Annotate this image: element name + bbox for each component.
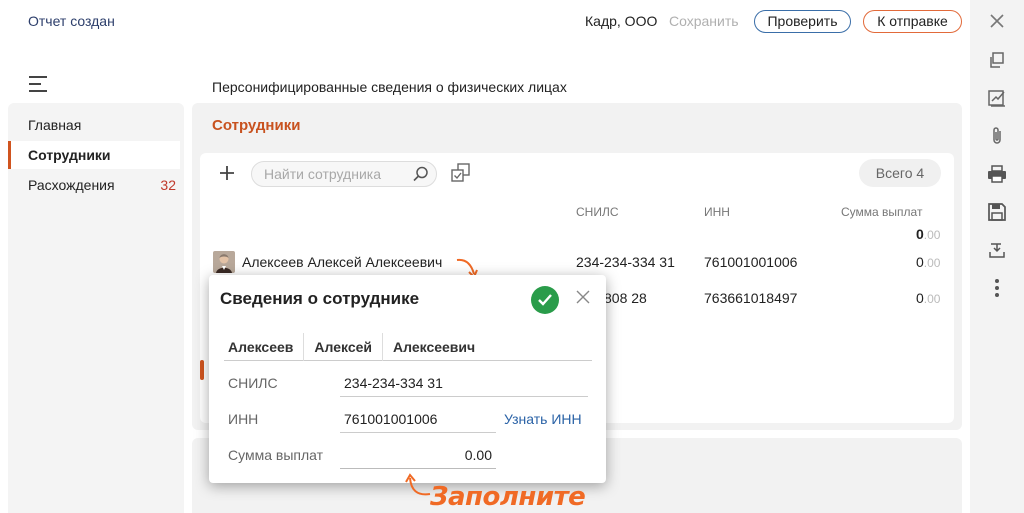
fill-in-hint: Заполните bbox=[430, 482, 586, 512]
column-header-inn[interactable]: ИНН bbox=[704, 205, 730, 219]
middle-name-field[interactable]: Алексеевич bbox=[383, 333, 485, 361]
sum-total-cents: .00 bbox=[923, 228, 941, 242]
more-icon[interactable] bbox=[984, 275, 1010, 301]
last-name-field[interactable]: Алексеев bbox=[224, 333, 305, 361]
employee-sum-value: 0 bbox=[916, 254, 924, 270]
import-icon[interactable] bbox=[984, 237, 1010, 263]
section-title: Сотрудники bbox=[212, 117, 301, 134]
select-rows-icon[interactable] bbox=[450, 162, 472, 187]
employee-sum: 0.00 bbox=[916, 290, 940, 306]
first-name-field[interactable]: Алексей bbox=[304, 333, 384, 361]
sidebar-item-employees[interactable]: Сотрудники bbox=[8, 141, 180, 169]
snils-label: СНИЛС bbox=[228, 375, 278, 391]
sidebar-item-label: Главная bbox=[28, 117, 82, 133]
save-icon[interactable] bbox=[984, 199, 1010, 225]
close-icon[interactable] bbox=[576, 290, 590, 307]
sum-total-value: 0 bbox=[916, 226, 924, 242]
send-button[interactable]: К отправке bbox=[863, 10, 962, 33]
employee-sum: 0.00 bbox=[916, 254, 940, 270]
menu-icon[interactable] bbox=[29, 76, 47, 92]
employee-sum-cents: .00 bbox=[923, 256, 941, 270]
search-icon[interactable] bbox=[412, 165, 430, 186]
column-header-snils[interactable]: СНИЛС bbox=[576, 205, 619, 219]
print-icon[interactable] bbox=[984, 161, 1010, 187]
sidebar: Главная Сотрудники Расхождения 32 bbox=[8, 103, 184, 513]
column-header-sum[interactable]: Сумма выплат bbox=[841, 205, 922, 219]
organization-name[interactable]: Кадр, ООО bbox=[585, 13, 657, 29]
employee-search bbox=[251, 161, 437, 187]
signature-icon[interactable] bbox=[984, 85, 1010, 111]
close-icon[interactable] bbox=[984, 8, 1010, 34]
hint-arrow-up-icon bbox=[405, 473, 431, 496]
employee-sum-value: 0 bbox=[916, 290, 924, 306]
employee-inn: 763661018497 bbox=[704, 290, 798, 306]
sum-total: 0.00 bbox=[916, 226, 940, 242]
top-bar: Отчет создан Кадр, ООО Сохранить Провери… bbox=[0, 0, 970, 44]
avatar bbox=[213, 251, 235, 273]
attachment-icon[interactable] bbox=[984, 123, 1010, 149]
total-count-button[interactable]: Всего 4 bbox=[859, 159, 941, 187]
employee-snils: 234-234-334 31 bbox=[576, 254, 675, 270]
sidebar-item-label: Расхождения bbox=[28, 177, 115, 193]
popup-title: Сведения о сотруднике bbox=[220, 289, 420, 308]
full-name-fields: Алексеев Алексей Алексеевич bbox=[224, 333, 592, 361]
employee-sum-cents: .00 bbox=[923, 292, 941, 306]
snils-field[interactable]: 234-234-334 31 bbox=[340, 369, 588, 397]
plus-icon bbox=[220, 166, 234, 180]
sidebar-item-label: Сотрудники bbox=[28, 147, 111, 163]
document-title: Персонифицированные сведения о физически… bbox=[212, 79, 567, 95]
discrepancies-count-badge: 32 bbox=[160, 177, 176, 193]
sidebar-item-discrepancies[interactable]: Расхождения 32 bbox=[8, 171, 180, 199]
confirm-button[interactable] bbox=[531, 286, 559, 314]
find-inn-link[interactable]: Узнать ИНН bbox=[504, 411, 582, 427]
sidebar-item-main[interactable]: Главная bbox=[8, 111, 180, 139]
right-toolbar bbox=[970, 0, 1024, 513]
inn-field[interactable]: 761001001006 bbox=[340, 405, 496, 433]
save-button[interactable]: Сохранить bbox=[669, 13, 739, 29]
employee-details-popup: Сведения о сотруднике Алексеев Алексей А… bbox=[209, 275, 606, 483]
check-button[interactable]: Проверить bbox=[754, 10, 851, 33]
row-marker bbox=[200, 360, 204, 380]
employee-inn: 761001001006 bbox=[704, 254, 798, 270]
search-input[interactable] bbox=[252, 162, 402, 186]
employee-name[interactable]: Алексеев Алексей Алексеевич bbox=[242, 254, 442, 270]
inn-label: ИНН bbox=[228, 411, 259, 427]
report-status: Отчет создан bbox=[28, 13, 115, 29]
sum-label: Сумма выплат bbox=[228, 447, 324, 463]
check-icon bbox=[538, 294, 552, 306]
sum-field[interactable]: 0.00 bbox=[340, 441, 496, 469]
add-employee-button[interactable] bbox=[215, 161, 239, 185]
copy-document-icon[interactable] bbox=[984, 47, 1010, 73]
